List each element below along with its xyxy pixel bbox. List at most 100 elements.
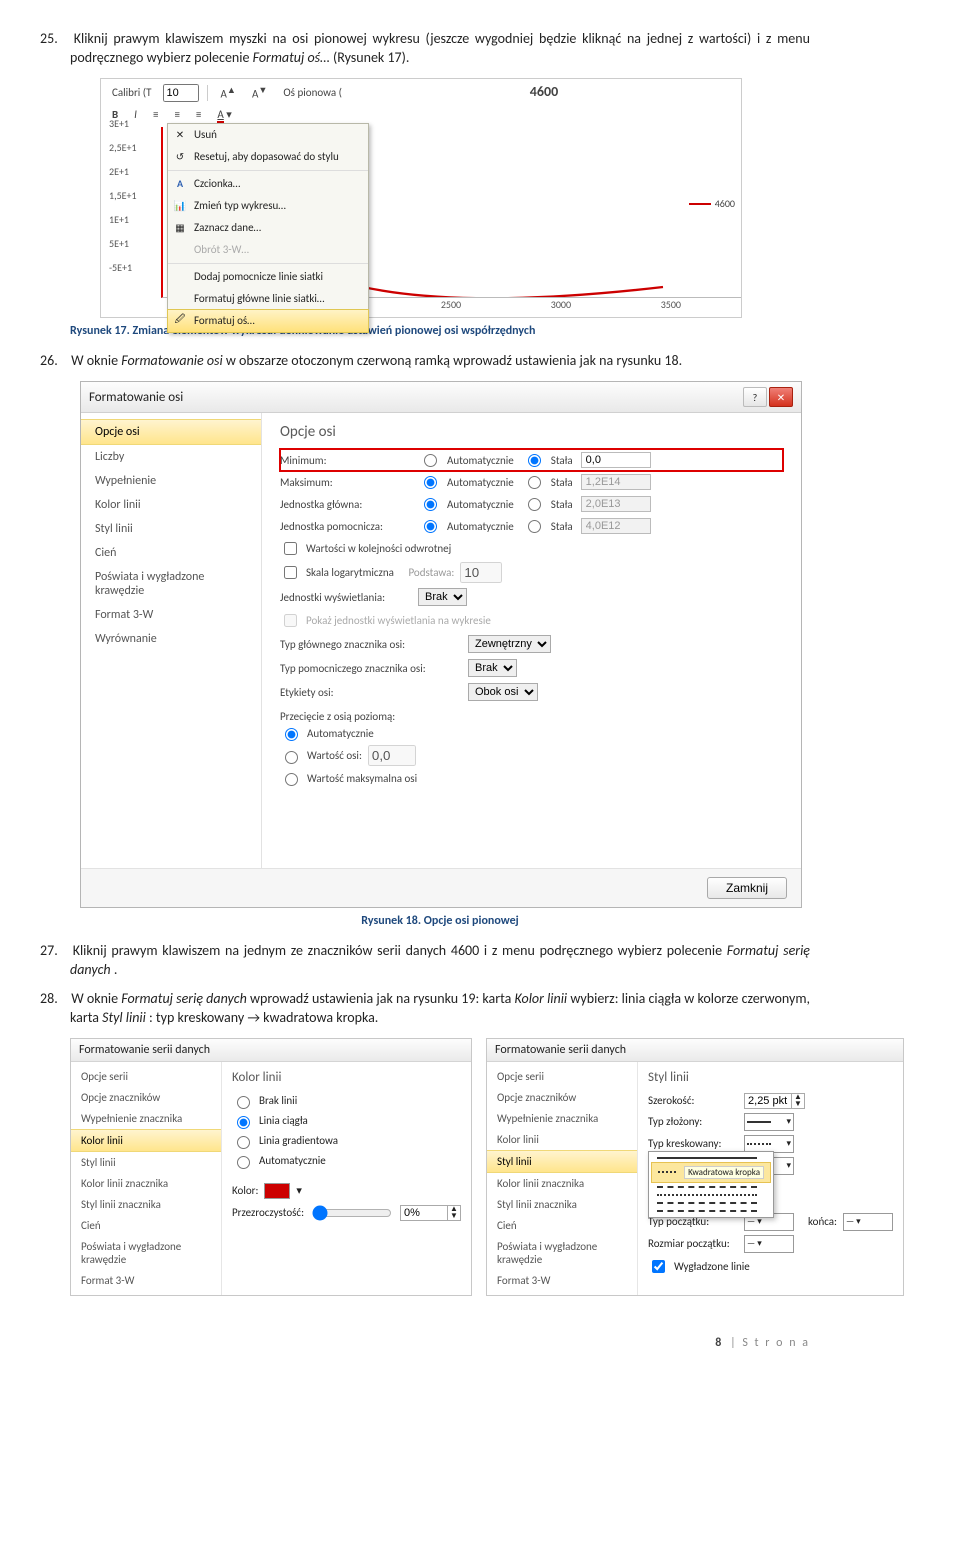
- side-alignment[interactable]: Wyrównanie: [81, 627, 261, 651]
- row-minor-unit: Jednostka pomocnicza: Automatycznie Stał…: [280, 515, 783, 537]
- legend-line-icon: [689, 203, 711, 205]
- chk-log[interactable]: Skala logarytmiczna Podstawa:: [280, 560, 783, 585]
- side-item[interactable]: Styl linii: [71, 1152, 221, 1173]
- ctx-format-major-gridlines[interactable]: Formatuj główne linie siatki…: [168, 288, 368, 310]
- font-size-input[interactable]: [163, 84, 199, 102]
- transparency-slider[interactable]: [312, 1205, 392, 1221]
- compound-type-select[interactable]: ▾: [744, 1113, 794, 1131]
- chk-reverse[interactable]: Wartości w kolejności odwrotnej: [280, 537, 783, 560]
- dash-option[interactable]: [651, 1199, 771, 1207]
- radio-auto-line[interactable]: Automatycznie: [232, 1151, 461, 1171]
- side-item-line-style[interactable]: Styl linii: [487, 1150, 637, 1173]
- side-line-color[interactable]: Kolor linii: [81, 493, 261, 517]
- transparency-spinner[interactable]: ▲▼: [400, 1205, 461, 1221]
- side-item[interactable]: Format 3-W: [487, 1270, 637, 1291]
- color-swatch[interactable]: [264, 1183, 290, 1199]
- axis-selector[interactable]: Oś pionowa (: [278, 84, 347, 101]
- row-minimum: Minimum: Automatycznie Stała: [280, 449, 783, 471]
- close-button[interactable]: Zamknij: [707, 877, 787, 899]
- help-button[interactable]: ?: [743, 387, 767, 407]
- side-item[interactable]: Cień: [487, 1215, 637, 1236]
- side-item-line-color[interactable]: Kolor linii: [71, 1129, 221, 1152]
- ctx-change-chart-type[interactable]: 📊Zmień typ wykresu…: [168, 195, 368, 217]
- cross-value[interactable]: Wartość osi:: [280, 743, 783, 768]
- minor-auto-radio[interactable]: [424, 520, 437, 533]
- decrease-font-icon[interactable]: A▼: [247, 83, 272, 103]
- font-icon: A: [172, 176, 188, 192]
- min-value-input[interactable]: [581, 452, 651, 468]
- side-item[interactable]: Wypełnienie znacznika: [71, 1108, 221, 1129]
- caption-18: Rysunek 18. Opcje osi pionowej: [70, 914, 810, 928]
- pane-title: Opcje osi: [280, 423, 783, 441]
- dash-option[interactable]: [651, 1183, 771, 1191]
- ctx-select-data[interactable]: ▦Zaznacz dane…: [168, 217, 368, 239]
- chevron-down-icon[interactable]: ▾: [296, 1184, 302, 1197]
- side-item[interactable]: Opcje znaczników: [71, 1087, 221, 1108]
- dash-option[interactable]: [651, 1207, 771, 1215]
- side-item[interactable]: Kolor linii: [487, 1129, 637, 1150]
- side-item[interactable]: Cień: [71, 1215, 221, 1236]
- side-line-style[interactable]: Styl linii: [81, 517, 261, 541]
- dash-option[interactable]: [651, 1191, 771, 1199]
- side-number[interactable]: Liczby: [81, 445, 261, 469]
- cross-max[interactable]: Wartość maksymalna osi: [280, 768, 783, 788]
- side-item[interactable]: Kolor linii znacznika: [487, 1173, 637, 1194]
- max-fixed-radio[interactable]: [528, 476, 541, 489]
- series-dialog-line-style: Formatowanie serii danych Opcje serii Op…: [486, 1038, 904, 1296]
- radio-no-line[interactable]: Brak linii: [232, 1091, 461, 1111]
- side-glow[interactable]: Poświata i wygładzone krawędzie: [81, 565, 261, 603]
- ctx-font[interactable]: ACzcionka…: [168, 173, 368, 195]
- row-axis-labels: Etykiety osi: Obok osi: [280, 680, 783, 704]
- side-item[interactable]: Styl linii znacznika: [71, 1194, 221, 1215]
- align-left-icon[interactable]: ≡: [148, 106, 163, 123]
- cross-auto[interactable]: Automatycznie: [280, 723, 783, 743]
- close-icon[interactable]: ✕: [769, 387, 793, 407]
- start-size-select[interactable]: — ▾: [744, 1235, 794, 1253]
- min-fixed-radio[interactable]: [528, 454, 541, 467]
- side-3d[interactable]: Format 3-W: [81, 603, 261, 627]
- min-auto-radio[interactable]: [424, 454, 437, 467]
- format-axis-icon: 🖉: [172, 313, 188, 329]
- side-axis-options[interactable]: Opcje osi: [81, 419, 261, 445]
- minor-tick-select[interactable]: Brak: [468, 659, 517, 677]
- align-center-icon[interactable]: ≡: [169, 106, 184, 123]
- side-item[interactable]: Wypełnienie znacznika: [487, 1108, 637, 1129]
- minor-fixed-radio[interactable]: [528, 520, 541, 533]
- side-item[interactable]: Opcje serii: [71, 1066, 221, 1087]
- side-item[interactable]: Opcje znaczników: [487, 1087, 637, 1108]
- side-fill[interactable]: Wypełnienie: [81, 469, 261, 493]
- row-smooth[interactable]: Wygładzone linie: [648, 1255, 893, 1278]
- font-name[interactable]: Calibri (T: [107, 84, 157, 101]
- display-units-select[interactable]: Brak: [418, 588, 467, 606]
- screenshot-context-menu-chart: Calibri (T A▲ A▼ Oś pionowa ( 4600 B I ≡…: [100, 78, 742, 319]
- radio-gradient-line[interactable]: Linia gradientowa: [232, 1131, 461, 1151]
- side-shadow[interactable]: Cień: [81, 541, 261, 565]
- side-item[interactable]: Kolor linii znacznika: [71, 1173, 221, 1194]
- end-type-select[interactable]: — ▾: [843, 1213, 893, 1231]
- major-tick-select[interactable]: Zewnętrzny: [468, 635, 551, 653]
- dialog-pane: Opcje osi Minimum: Automatycznie Stała M…: [262, 413, 801, 868]
- increase-font-icon[interactable]: A▲: [216, 83, 241, 103]
- dash-option[interactable]: [651, 1154, 771, 1162]
- width-spinner[interactable]: ▲▼: [744, 1093, 805, 1109]
- side-item[interactable]: Opcje serii: [487, 1066, 637, 1087]
- major-fixed-radio[interactable]: [528, 498, 541, 511]
- max-auto-radio[interactable]: [424, 476, 437, 489]
- ctx-reset[interactable]: ↺Resetuj, aby dopasować do stylu: [168, 146, 368, 168]
- side-item[interactable]: Poświata i wygładzone krawędzie: [71, 1236, 221, 1270]
- row-line-color: Kolor: ▾: [232, 1181, 461, 1201]
- ctx-add-minor-gridlines[interactable]: Dodaj pomocnicze linie siatki: [168, 266, 368, 288]
- labels-select[interactable]: Obok osi: [468, 683, 538, 701]
- ctx-format-axis[interactable]: 🖉Formatuj oś…: [167, 309, 369, 333]
- row-dash: Typ kreskowany: ▾ Kwadratowa kropka: [648, 1133, 893, 1155]
- side-item[interactable]: Styl linii znacznika: [487, 1194, 637, 1215]
- cross-value-input: [368, 745, 416, 766]
- font-color-icon[interactable]: A ▾: [212, 106, 236, 123]
- side-item[interactable]: Format 3-W: [71, 1270, 221, 1291]
- dash-option-square-dot[interactable]: Kwadratowa kropka: [651, 1162, 771, 1183]
- ctx-delete[interactable]: ✕Usuń: [168, 124, 368, 146]
- radio-solid-line[interactable]: Linia ciągła: [232, 1111, 461, 1131]
- major-auto-radio[interactable]: [424, 498, 437, 511]
- align-right-icon[interactable]: ≡: [191, 106, 206, 123]
- side-item[interactable]: Poświata i wygładzone krawędzie: [487, 1236, 637, 1270]
